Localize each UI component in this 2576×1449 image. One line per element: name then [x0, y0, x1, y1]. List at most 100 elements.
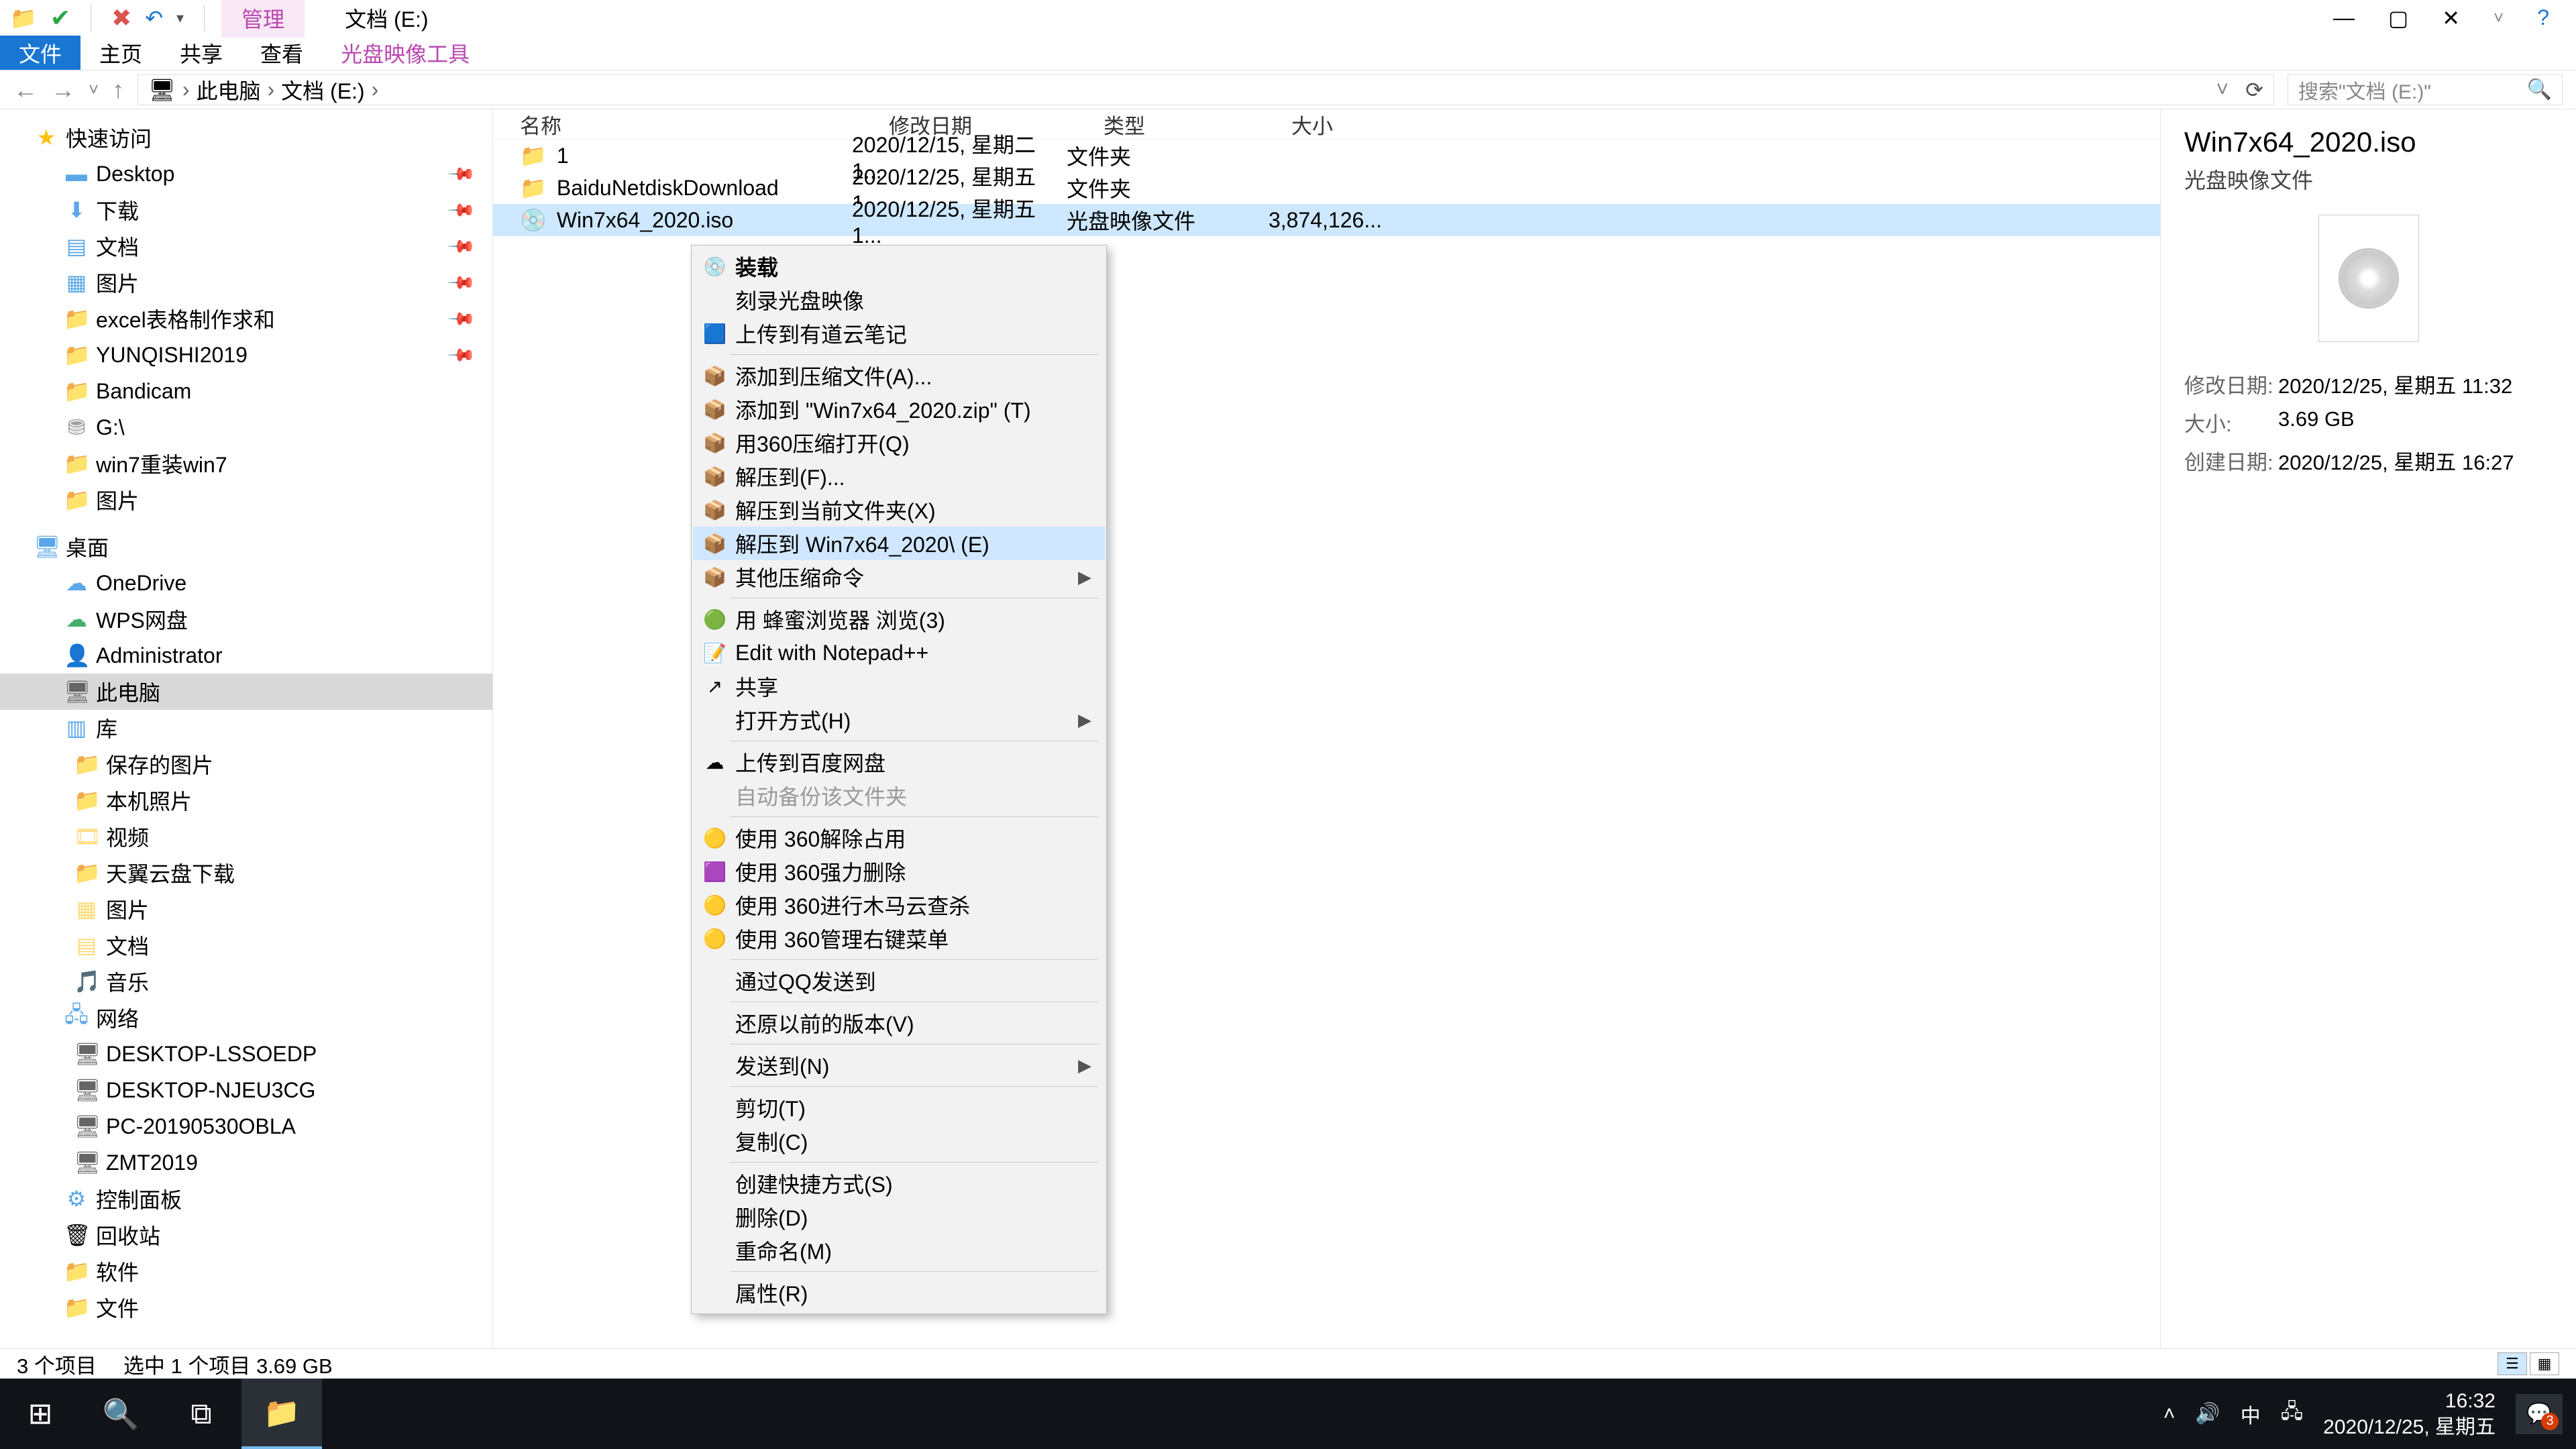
sound-icon[interactable]: 🔊: [2195, 1402, 2220, 1426]
qat-checkbox-icon[interactable]: ✔: [50, 4, 70, 32]
forward-button[interactable]: →: [51, 76, 75, 104]
tree-desktop-cn[interactable]: 🖥桌面: [0, 529, 492, 565]
qat-undo-icon[interactable]: ↶: [145, 5, 163, 31]
context-menu-item[interactable]: ☁上传到百度网盘: [693, 745, 1105, 779]
breadcrumb[interactable]: 🖥 › 此电脑 › 文档 (E:) › ˅ ⟳: [138, 74, 2274, 105]
file-row[interactable]: 📁BaiduNetdiskDownload 2020/12/25, 星期五 1.…: [493, 172, 2160, 204]
tree-software[interactable]: 📁软件: [0, 1253, 492, 1289]
tree-excel-folder[interactable]: 📁excel表格制作求和📌: [0, 301, 492, 337]
start-button[interactable]: ⊞: [0, 1379, 80, 1449]
up-button[interactable]: ↑: [112, 76, 124, 104]
context-menu-item[interactable]: 剪切(T): [693, 1091, 1105, 1124]
context-menu-item[interactable]: 属性(R): [693, 1276, 1105, 1309]
back-button[interactable]: ←: [13, 76, 38, 104]
tree-pc-1[interactable]: 🖥DESKTOP-LSSOEDP: [0, 1036, 492, 1072]
tree-music[interactable]: 🎵音乐: [0, 963, 492, 1000]
context-menu-item[interactable]: 📝Edit with Notepad++: [693, 636, 1105, 669]
tab-home[interactable]: 主页: [80, 36, 161, 70]
tree-admin[interactable]: 👤Administrator: [0, 637, 492, 674]
context-menu-item[interactable]: 发送到(N)▶: [693, 1049, 1105, 1082]
tree-documents[interactable]: ▤文档📌: [0, 228, 492, 264]
tree-quick-access[interactable]: ★快速访问: [0, 119, 492, 156]
tree-tianyi[interactable]: 📁天翼云盘下载: [0, 855, 492, 891]
column-type[interactable]: 类型: [1104, 109, 1291, 140]
breadcrumb-thispc[interactable]: 此电脑: [196, 74, 260, 105]
context-menu-item[interactable]: 🟡使用 360进行木马云查杀: [693, 888, 1105, 922]
tree-files[interactable]: 📁文件: [0, 1289, 492, 1326]
tree-pc-3[interactable]: 🖥PC-20190530OBLA: [0, 1108, 492, 1144]
tab-view[interactable]: 查看: [241, 36, 322, 70]
maximize-button[interactable]: ▢: [2388, 5, 2408, 31]
context-menu-item[interactable]: 还原以前的版本(V): [693, 1006, 1105, 1040]
ime-indicator[interactable]: 中: [2241, 1399, 2261, 1429]
file-row-selected[interactable]: 💿Win7x64_2020.iso 2020/12/25, 星期五 1... 光…: [493, 204, 2160, 236]
context-menu-item[interactable]: 创建快捷方式(S): [693, 1167, 1105, 1200]
context-menu-item[interactable]: 📦解压到当前文件夹(X): [693, 493, 1105, 527]
task-view-button[interactable]: ⧉: [161, 1379, 241, 1449]
context-menu-item[interactable]: 📦其他压缩命令▶: [693, 560, 1105, 594]
tree-pictures[interactable]: ▦图片📌: [0, 264, 492, 301]
tree-pictures-2[interactable]: 📁图片: [0, 482, 492, 518]
tree-pc-4[interactable]: 🖥ZMT2019: [0, 1144, 492, 1181]
context-menu-item[interactable]: 📦添加到 "Win7x64_2020.zip" (T): [693, 392, 1105, 426]
tree-docs-lib[interactable]: ▤文档: [0, 927, 492, 963]
tree-yunqishi[interactable]: 📁YUNQISHI2019📌: [0, 337, 492, 373]
contextual-tab-manage[interactable]: 管理: [221, 0, 305, 38]
tab-file[interactable]: 文件: [0, 36, 80, 70]
tree-bandicam[interactable]: 📁Bandicam: [0, 373, 492, 409]
tray-overflow-icon[interactable]: ˄: [2163, 1403, 2176, 1426]
tree-thispc[interactable]: 🖥此电脑: [0, 674, 492, 710]
context-menu-item[interactable]: 重命名(M): [693, 1234, 1105, 1267]
qat-dropdown-icon[interactable]: ▾: [176, 9, 184, 27]
taskbar-clock[interactable]: 16:32 2020/12/25, 星期五: [2323, 1388, 2496, 1440]
close-button[interactable]: ✕: [2442, 5, 2460, 31]
tab-disc-image-tools[interactable]: 光盘映像工具: [322, 36, 488, 70]
tree-win7reinstall[interactable]: 📁win7重装win7: [0, 445, 492, 482]
breadcrumb-drive[interactable]: 文档 (E:): [281, 74, 364, 105]
view-icons-button[interactable]: ▦: [2530, 1352, 2559, 1375]
help-button[interactable]: ?: [2537, 5, 2549, 30]
tree-pc-2[interactable]: 🖥DESKTOP-NJEU3CG: [0, 1072, 492, 1108]
file-row[interactable]: 📁1 2020/12/15, 星期二 1... 文件夹: [493, 140, 2160, 172]
context-menu-item[interactable]: 删除(D): [693, 1200, 1105, 1234]
context-menu-item[interactable]: 🟪使用 360强力删除: [693, 855, 1105, 888]
tree-videos[interactable]: 🎞视频: [0, 818, 492, 855]
context-menu-item[interactable]: 🟡使用 360解除占用: [693, 821, 1105, 855]
context-menu-item[interactable]: 通过QQ发送到: [693, 964, 1105, 998]
context-menu-item[interactable]: 🟦上传到有道云笔记: [693, 317, 1105, 350]
tree-onedrive[interactable]: ☁OneDrive: [0, 565, 492, 601]
context-menu-item[interactable]: 📦用360压缩打开(Q): [693, 426, 1105, 460]
search-input[interactable]: 搜索"文档 (E:)" 🔍: [2288, 74, 2563, 105]
tree-downloads[interactable]: ⬇下载📌: [0, 192, 492, 228]
tree-recycle-bin[interactable]: 🗑回收站: [0, 1217, 492, 1253]
context-menu-item[interactable]: 📦添加到压缩文件(A)...: [693, 359, 1105, 392]
context-menu-item[interactable]: 打开方式(H)▶: [693, 703, 1105, 737]
notification-center-button[interactable]: 💬3: [2516, 1394, 2563, 1434]
column-size[interactable]: 大小: [1291, 109, 1432, 140]
tab-share[interactable]: 共享: [161, 36, 241, 70]
context-menu-item[interactable]: 复制(C): [693, 1124, 1105, 1158]
addr-dropdown-icon[interactable]: ˅: [2216, 77, 2229, 102]
view-details-button[interactable]: ☰: [2498, 1352, 2527, 1375]
tree-wps[interactable]: ☁WPS网盘: [0, 601, 492, 637]
taskbar-search-button[interactable]: 🔍: [80, 1379, 161, 1449]
context-menu-item[interactable]: 刻录光盘映像: [693, 283, 1105, 317]
tree-network[interactable]: 🖧网络: [0, 1000, 492, 1036]
recent-dropdown-icon[interactable]: ˅: [89, 79, 99, 100]
context-menu-item[interactable]: 🟢用 蜂蜜浏览器 浏览(3): [693, 602, 1105, 636]
tree-desktop[interactable]: ▬Desktop📌: [0, 156, 492, 192]
tree-pics-lib[interactable]: ▦图片: [0, 891, 492, 927]
context-menu-item[interactable]: 🟡使用 360管理右键菜单: [693, 922, 1105, 955]
context-menu-item[interactable]: 💿装载: [693, 250, 1105, 283]
expand-ribbon-icon[interactable]: ˅: [2493, 7, 2504, 28]
tree-gdrive[interactable]: ⛃G:\: [0, 409, 492, 445]
context-menu-item[interactable]: ↗共享: [693, 669, 1105, 703]
tree-local-pics[interactable]: 📁本机照片: [0, 782, 492, 818]
tree-saved-pics[interactable]: 📁保存的图片: [0, 746, 492, 782]
tree-control-panel[interactable]: ⚙控制面板: [0, 1181, 492, 1217]
refresh-button[interactable]: ⟳: [2245, 77, 2263, 103]
taskbar-explorer-button[interactable]: 📁: [241, 1379, 322, 1449]
qat-delete-icon[interactable]: ✖: [111, 4, 131, 32]
context-menu-item[interactable]: 📦解压到(F)...: [693, 460, 1105, 493]
column-name[interactable]: 名称: [493, 109, 889, 140]
